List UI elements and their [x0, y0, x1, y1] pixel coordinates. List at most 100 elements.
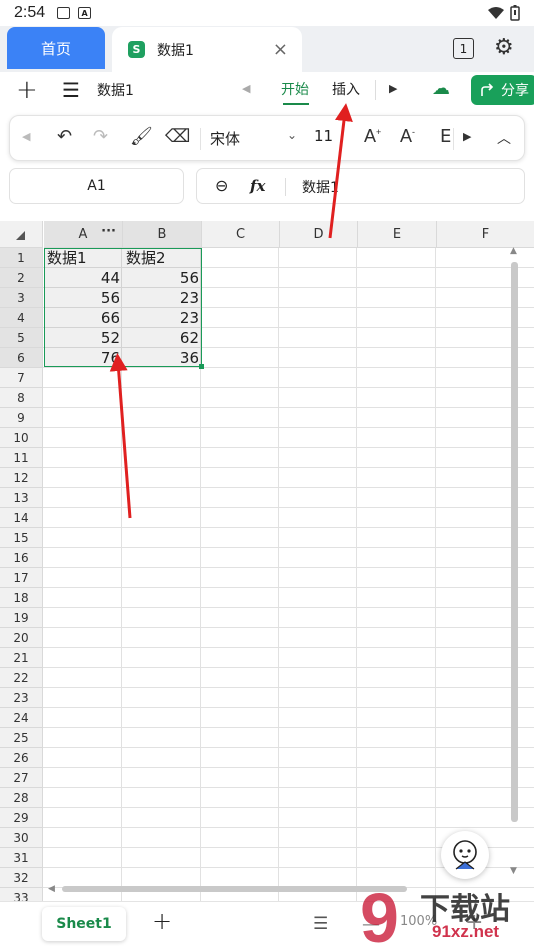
fill-handle[interactable]	[199, 364, 204, 369]
undo-icon[interactable]: ↶	[57, 126, 72, 147]
row-header-16[interactable]: 16	[0, 548, 43, 568]
status-right	[488, 5, 520, 21]
increase-font-icon[interactable]: A+	[364, 126, 381, 147]
column-header-f[interactable]: F	[437, 221, 534, 248]
gear-icon[interactable]: ⚙	[494, 35, 514, 60]
formula-value[interactable]: 数据1	[302, 177, 339, 197]
column-header-e[interactable]: E	[358, 221, 437, 248]
formula-input[interactable]: ⊖ fx 数据1	[196, 168, 525, 204]
chevron-down-icon[interactable]: ⌄	[287, 128, 297, 142]
close-icon[interactable]: ×	[273, 39, 288, 60]
tab-home[interactable]: 首页	[7, 27, 105, 69]
row-header-2[interactable]: 2	[0, 268, 43, 288]
vertical-scrollbar[interactable]	[511, 262, 518, 822]
font-size-select[interactable]: 11	[314, 127, 333, 145]
toolbar-scroll-left-icon[interactable]: ◀	[22, 130, 30, 143]
row-header-18[interactable]: 18	[0, 588, 43, 608]
row-header-7[interactable]: 7	[0, 368, 43, 388]
collapse-toolbar-icon[interactable]: ︿	[497, 128, 511, 148]
cell-reference-box[interactable]: A1	[9, 168, 184, 204]
formula-divider	[285, 178, 286, 196]
row-header-27[interactable]: 27	[0, 768, 43, 788]
row-header-3[interactable]: 3	[0, 288, 43, 308]
row-header-24[interactable]: 24	[0, 708, 43, 728]
menu-scroll-right-icon[interactable]: ▶	[389, 82, 397, 95]
row-header-20[interactable]: 20	[0, 628, 43, 648]
decrease-font-icon[interactable]: A-	[400, 126, 415, 147]
file-title[interactable]: 数据1	[97, 80, 134, 100]
sheet-tab-active[interactable]: Sheet1	[42, 907, 126, 941]
tab-count-button[interactable]: 1	[453, 38, 474, 59]
row-header-25[interactable]: 25	[0, 728, 43, 748]
row-header-19[interactable]: 19	[0, 608, 43, 628]
toolbar-divider	[200, 128, 201, 150]
share-icon	[481, 83, 494, 96]
row-header-33[interactable]: 33	[0, 888, 43, 901]
row-header-8[interactable]: 8	[0, 388, 43, 408]
function-icon[interactable]: fx	[250, 177, 265, 195]
row-header-12[interactable]: 12	[0, 468, 43, 488]
tab-start[interactable]: 开始	[281, 79, 309, 99]
row-header-6[interactable]: 6	[0, 348, 43, 368]
column-header-b[interactable]: B	[123, 221, 202, 248]
watermark-url: 91xz.net	[432, 922, 500, 941]
row-header-5[interactable]: 5	[0, 328, 43, 348]
spreadsheet-grid[interactable]: A ··· B C D E F 1 2 3 4 5 6 7 8 9 10 11 12 13 14 15 16 17 18 19 2…	[0, 221, 534, 901]
row-header-22[interactable]: 22	[0, 668, 43, 688]
row-header-9[interactable]: 9	[0, 408, 43, 428]
row-header-32[interactable]: 32	[0, 868, 43, 888]
row-header-17[interactable]: 17	[0, 568, 43, 588]
row-header-15[interactable]: 15	[0, 528, 43, 548]
row-header-11[interactable]: 11	[0, 448, 43, 468]
new-file-plus-icon[interactable]: +	[16, 75, 38, 105]
wifi-icon	[488, 6, 504, 19]
row-header-23[interactable]: 23	[0, 688, 43, 708]
eraser-icon[interactable]: ⌫	[165, 126, 190, 147]
column-menu-dots-icon[interactable]: ···	[101, 224, 116, 239]
toolbar-scroll-right-icon[interactable]: ▶	[463, 130, 471, 143]
menu-divider	[375, 80, 376, 100]
magnify-icon[interactable]: ⊖	[215, 176, 228, 195]
row-header-30[interactable]: 30	[0, 828, 43, 848]
app-a-icon: A	[78, 7, 92, 19]
menu-scroll-left-icon[interactable]: ◀	[242, 82, 250, 95]
cloud-sync-icon[interactable]: ☁	[432, 78, 450, 99]
battery-icon	[510, 5, 520, 21]
selection-range[interactable]	[44, 248, 202, 367]
add-sheet-icon[interactable]: +	[152, 907, 172, 935]
hamburger-menu-icon[interactable]: ☰	[62, 78, 80, 102]
row-header-31[interactable]: 31	[0, 848, 43, 868]
row-header-21[interactable]: 21	[0, 648, 43, 668]
scroll-up-icon[interactable]: ▲	[510, 246, 517, 256]
redo-icon[interactable]: ↷	[93, 126, 108, 147]
share-button[interactable]: 分享	[471, 75, 534, 105]
row-header-29[interactable]: 29	[0, 808, 43, 828]
row-header-28[interactable]: 28	[0, 788, 43, 808]
format-painter-icon[interactable]: 🖌	[130, 126, 153, 147]
row-header-1[interactable]: 1	[0, 248, 43, 268]
row-header-14[interactable]: 14	[0, 508, 43, 528]
tab-insert[interactable]: 插入	[332, 79, 360, 99]
tab-document[interactable]: S 数据1 ×	[112, 27, 302, 72]
row-header-13[interactable]: 13	[0, 488, 43, 508]
row-header-10[interactable]: 10	[0, 428, 43, 448]
horizontal-scroll-thumb[interactable]	[62, 886, 407, 892]
row-header-4[interactable]: 4	[0, 308, 43, 328]
share-label: 分享	[501, 83, 529, 99]
sheet-list-icon[interactable]: ☰	[313, 914, 328, 934]
column-header-d[interactable]: D	[280, 221, 358, 248]
scroll-down-icon[interactable]: ▼	[510, 866, 517, 876]
toolbar-divider-2	[453, 128, 454, 150]
select-all-corner[interactable]	[0, 221, 43, 248]
assistant-mascot-button[interactable]	[441, 831, 489, 879]
more-format-icon[interactable]: E	[440, 126, 451, 147]
tab-document-title: 数据1	[157, 42, 194, 59]
column-header-a[interactable]: A ···	[44, 221, 123, 248]
tab-start-underline	[283, 103, 309, 105]
column-header-c[interactable]: C	[202, 221, 280, 248]
row-header-26[interactable]: 26	[0, 748, 43, 768]
scroll-left-icon[interactable]: ◀	[48, 884, 55, 894]
menu-bar: + ☰ 数据1 ◀ 开始 插入 ▶ ☁ 分享	[0, 72, 534, 110]
format-toolbar: ◀ ↶ ↷ 🖌 ⌫ 宋体 ⌄ 11 A+ A- E ▶ ︿	[9, 115, 525, 161]
font-family-select[interactable]: 宋体	[210, 128, 240, 149]
